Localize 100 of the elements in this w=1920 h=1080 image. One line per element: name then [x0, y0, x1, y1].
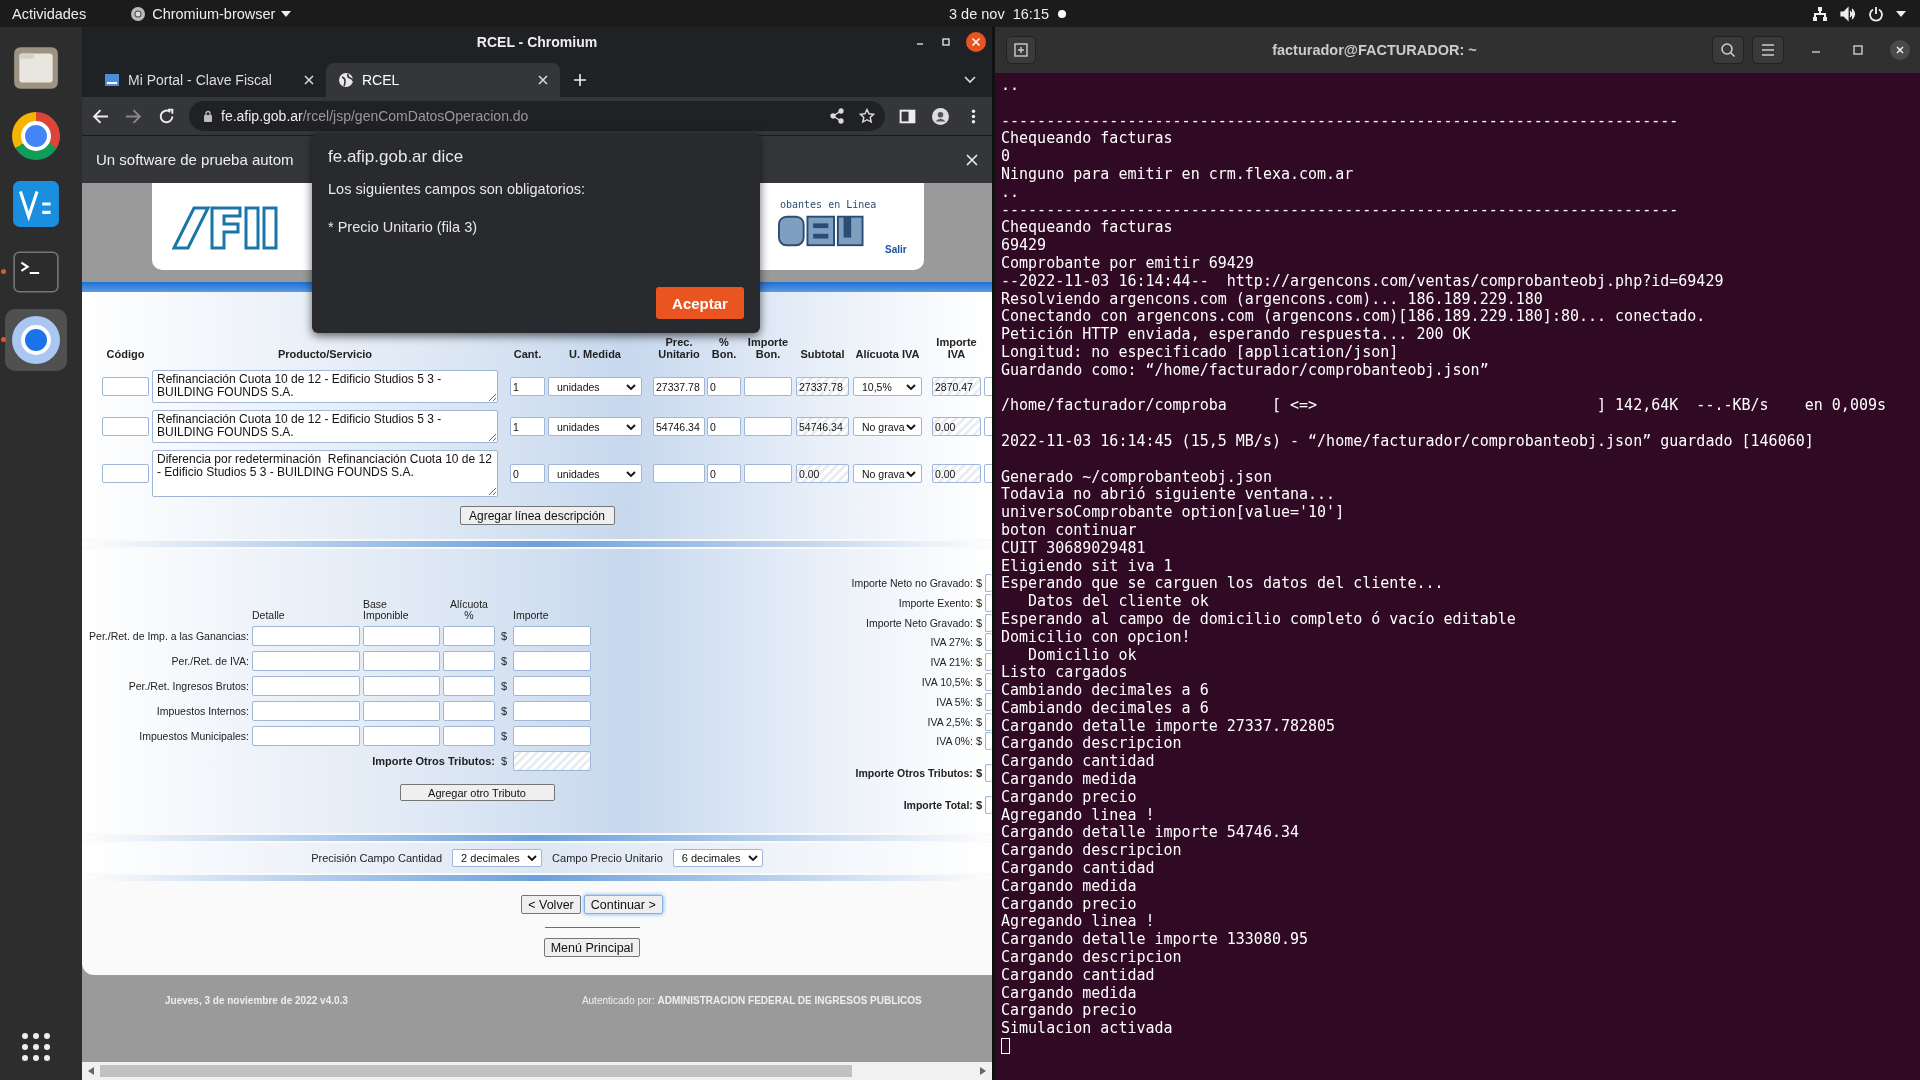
- rate-field[interactable]: [443, 676, 495, 696]
- base-field[interactable]: [363, 651, 440, 671]
- back-icon[interactable]: [92, 107, 109, 125]
- discount-field[interactable]: 0: [707, 377, 741, 396]
- close-icon[interactable]: [966, 32, 986, 52]
- amount-field[interactable]: [513, 701, 591, 721]
- unit-price-field[interactable]: 27337.78: [653, 377, 705, 396]
- total-field[interactable]: [985, 692, 992, 711]
- browser-tab[interactable]: RCEL: [326, 63, 560, 97]
- network-icon[interactable]: [1812, 5, 1828, 22]
- profile-avatar-icon[interactable]: [932, 107, 949, 125]
- subtotal-field[interactable]: 0.00: [796, 464, 849, 483]
- share-icon[interactable]: [829, 108, 845, 124]
- base-field[interactable]: [363, 676, 440, 696]
- caret-icon[interactable]: [1896, 10, 1906, 17]
- main-menu-button[interactable]: Menú Principal: [543, 938, 641, 957]
- base-field[interactable]: [363, 626, 440, 646]
- total-field[interactable]: [985, 593, 992, 612]
- vat-rate-select[interactable]: No grava: [853, 417, 922, 436]
- rate-field[interactable]: [443, 651, 495, 671]
- tax-total-field[interactable]: [513, 751, 591, 771]
- rate-field[interactable]: [443, 701, 495, 721]
- description-field[interactable]: Refinanciación Cuota 10 de 12 - Edificio Studios 5 3 - BUILDING FOUNDS S.A.: [152, 410, 498, 443]
- activities-button[interactable]: Actividades: [12, 5, 87, 22]
- star-icon[interactable]: [859, 108, 875, 124]
- amount-field[interactable]: [513, 651, 591, 671]
- menu-icon[interactable]: [1752, 36, 1784, 64]
- browser-tab[interactable]: Mi Portal - Clave Fiscal: [92, 63, 326, 97]
- total-field[interactable]: [985, 732, 992, 751]
- logout-link[interactable]: Salir: [885, 243, 907, 255]
- discount-field[interactable]: 0: [707, 464, 741, 483]
- quantity-precision-select[interactable]: 2 decimales: [452, 849, 543, 867]
- base-field[interactable]: [363, 701, 440, 721]
- unit-select[interactable]: unidades: [548, 417, 642, 436]
- chevron-down-icon[interactable]: [964, 76, 976, 84]
- total-field[interactable]: [985, 672, 992, 691]
- close-icon[interactable]: [966, 153, 978, 166]
- discount-amount-field[interactable]: [744, 377, 792, 396]
- total-field[interactable]: [985, 653, 992, 672]
- add-tax-button[interactable]: Agregar otro Tributo: [399, 784, 555, 801]
- volume-icon[interactable]: [1840, 5, 1856, 22]
- price-precision-select[interactable]: 6 decimales: [672, 849, 763, 867]
- detail-field[interactable]: [252, 651, 360, 671]
- base-field[interactable]: [363, 726, 440, 746]
- total-field[interactable]: [985, 796, 992, 815]
- close-tab-icon[interactable]: [304, 75, 314, 85]
- back-button[interactable]: < Volver: [521, 895, 581, 914]
- app-grid-icon[interactable]: [21, 1032, 51, 1062]
- rate-field[interactable]: [443, 726, 495, 746]
- total-field[interactable]: [985, 764, 992, 783]
- address-bar[interactable]: fe.afip.gob.ar/rcel/jsp/genComDatosOperacion.do: [189, 101, 885, 131]
- code-field[interactable]: [102, 464, 149, 483]
- discount-field[interactable]: 0: [707, 417, 741, 436]
- subtotal-field[interactable]: 54746.34: [796, 417, 849, 436]
- search-icon[interactable]: [1712, 36, 1744, 64]
- quantity-field[interactable]: 0: [510, 464, 545, 483]
- vat-amount-field[interactable]: 0.00: [932, 464, 981, 483]
- close-icon[interactable]: [1890, 40, 1910, 60]
- total-field[interactable]: [985, 633, 992, 652]
- unit-select[interactable]: unidades: [548, 464, 642, 483]
- maximize-icon[interactable]: [940, 36, 952, 48]
- description-field[interactable]: Diferencia por redeterminación Refinanciación Cuota 10 de 12 - Edificio Studios 5 3 - BUILDING FOUNDS S.A.: [152, 450, 498, 497]
- vat-rate-select[interactable]: No grava: [853, 464, 922, 483]
- accept-button[interactable]: Aceptar: [656, 287, 744, 319]
- discount-amount-field[interactable]: [744, 417, 792, 436]
- clock[interactable]: 3 de nov 16:15: [949, 5, 1049, 22]
- subtotal-field[interactable]: 27337.78: [796, 377, 849, 396]
- amount-field[interactable]: [513, 676, 591, 696]
- rate-field[interactable]: [443, 626, 495, 646]
- total-field[interactable]: [985, 613, 992, 632]
- close-tab-icon[interactable]: [538, 75, 548, 85]
- code-field[interactable]: [102, 377, 149, 396]
- app-menu[interactable]: Chromium-browser: [130, 5, 292, 22]
- power-icon[interactable]: [1868, 5, 1884, 22]
- vat-amount-field[interactable]: 0.00: [932, 417, 981, 436]
- reload-icon[interactable]: [158, 107, 175, 125]
- add-line-button[interactable]: Agregar línea descripción: [459, 506, 615, 525]
- scroll-left-icon[interactable]: [88, 1067, 94, 1075]
- horizontal-scrollbar[interactable]: [82, 1062, 992, 1080]
- detail-field[interactable]: [252, 726, 360, 746]
- total-field[interactable]: [985, 712, 992, 731]
- vat-rate-select[interactable]: 10,5%: [853, 377, 922, 396]
- scroll-right-icon[interactable]: [980, 1067, 986, 1075]
- amount-field[interactable]: [513, 626, 591, 646]
- discount-amount-field[interactable]: [744, 464, 792, 483]
- unit-select[interactable]: unidades: [548, 377, 642, 396]
- detail-field[interactable]: [252, 626, 360, 646]
- new-tab-icon[interactable]: [1005, 36, 1037, 64]
- unit-price-field[interactable]: [653, 464, 705, 483]
- code-field[interactable]: [102, 417, 149, 436]
- forward-icon[interactable]: [125, 107, 142, 125]
- unit-price-field[interactable]: 54746.34: [653, 417, 705, 436]
- quantity-field[interactable]: 1: [510, 377, 545, 396]
- quantity-field[interactable]: 1: [510, 417, 545, 436]
- amount-field[interactable]: [513, 726, 591, 746]
- total-field[interactable]: [985, 573, 992, 592]
- detail-field[interactable]: [252, 701, 360, 721]
- detail-field[interactable]: [252, 676, 360, 696]
- side-panel-icon[interactable]: [899, 107, 916, 125]
- continue-button[interactable]: Continuar >: [583, 895, 663, 914]
